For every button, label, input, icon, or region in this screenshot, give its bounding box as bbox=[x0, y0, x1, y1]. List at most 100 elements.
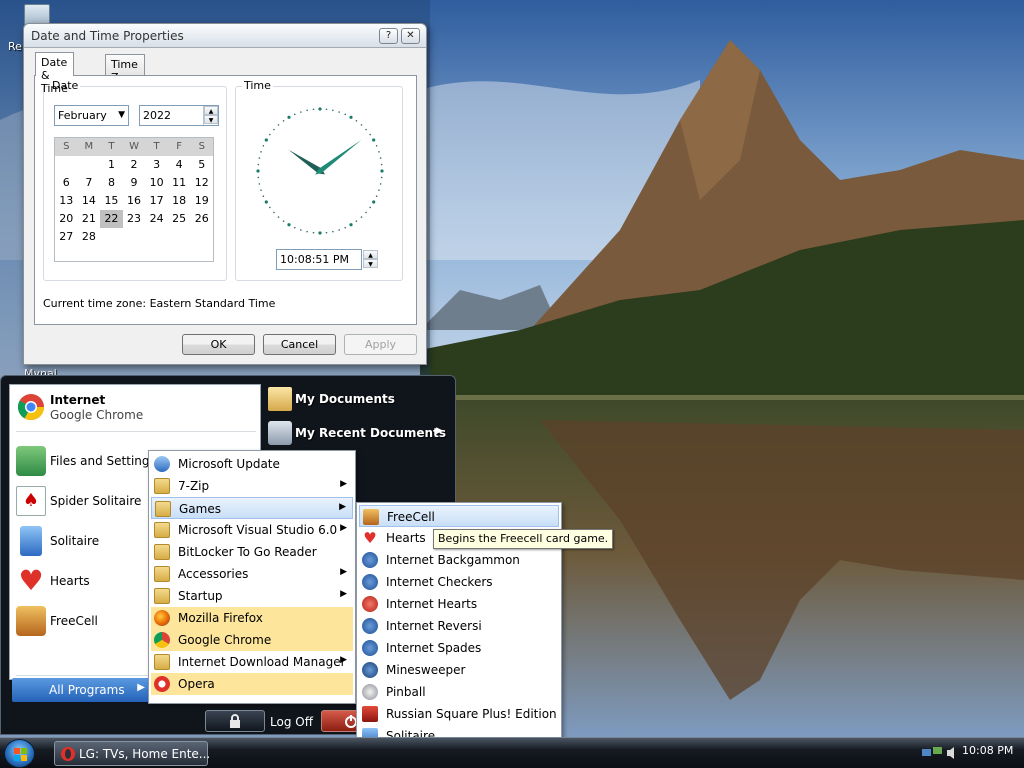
calendar-grid[interactable]: S M T W T F S 1 2 3 4 5 6 7 8 9 10 11 12 13 14 15 16 17 1… bbox=[54, 137, 214, 262]
current-timezone-text: Current time zone: Eastern Standard Time bbox=[43, 297, 276, 310]
calendar-week-row: 12345 bbox=[55, 156, 213, 174]
calendar-day[interactable]: 20 bbox=[55, 210, 78, 228]
clock-minute-mark bbox=[300, 229, 302, 231]
my-recent-documents-link[interactable]: My Recent Documents ▶ bbox=[266, 418, 451, 448]
time-spin-buttons[interactable]: ▲ ▼ bbox=[363, 250, 378, 269]
calendar-day[interactable]: 21 bbox=[78, 210, 101, 228]
menu-item[interactable]: Startup ▶ bbox=[151, 585, 353, 607]
menu-item-label: Internet Hearts bbox=[386, 597, 478, 611]
clock-minute-mark bbox=[273, 128, 275, 131]
calendar-day[interactable]: 16 bbox=[123, 192, 146, 210]
clock-minute-mark bbox=[325, 108, 328, 111]
all-programs-button[interactable]: All Programs ▶ bbox=[12, 678, 150, 702]
menu-item[interactable]: Internet Hearts bbox=[359, 593, 559, 615]
menu-item[interactable]: Microsoft Update bbox=[151, 453, 353, 475]
calendar-day[interactable]: 5 bbox=[190, 156, 213, 174]
menu-item[interactable]: Games ▶ bbox=[151, 497, 353, 519]
recent-item-label: Hearts bbox=[50, 574, 90, 588]
firefox-icon bbox=[154, 610, 170, 626]
clock-minute-mark bbox=[355, 220, 358, 222]
help-button[interactable]: ? bbox=[379, 28, 398, 44]
taskbar-button-lg-tvs[interactable]: LG: TVs, Home Ente... bbox=[54, 741, 210, 766]
pinned-internet[interactable]: Internet Google Chrome bbox=[12, 389, 258, 425]
spin-up-icon[interactable]: ▲ bbox=[204, 106, 218, 115]
calendar-day[interactable]: 6 bbox=[55, 174, 78, 192]
calendar-day[interactable]: 8 bbox=[100, 174, 123, 192]
menu-item[interactable]: Russian Square Plus! Edition bbox=[359, 703, 559, 725]
clock-minute-mark bbox=[332, 109, 334, 112]
ok-button[interactable]: OK bbox=[182, 334, 255, 355]
dialog-titlebar[interactable]: Date and Time Properties ? ✕ bbox=[24, 24, 426, 48]
tab-date-time[interactable]: Date & Time bbox=[35, 52, 74, 95]
calendar-day[interactable]: 14 bbox=[78, 192, 101, 210]
calendar-day[interactable]: 9 bbox=[123, 174, 146, 192]
calendar-day[interactable]: 2 bbox=[123, 156, 146, 174]
taskbar-clock[interactable]: 10:08 PM bbox=[962, 744, 1013, 757]
spin-down-icon[interactable]: ▼ bbox=[363, 259, 378, 268]
month-dropdown[interactable]: February ▼ bbox=[54, 105, 129, 126]
calendar-day[interactable]: 19 bbox=[190, 192, 213, 210]
weekday-label: S bbox=[198, 141, 205, 152]
calendar-day[interactable]: 26 bbox=[190, 210, 213, 228]
calendar-day[interactable]: 1 bbox=[100, 156, 123, 174]
calendar-day[interactable]: 24 bbox=[145, 210, 168, 228]
menu-item-label: Mozilla Firefox bbox=[178, 611, 263, 625]
menu-item[interactable]: Internet Backgammon bbox=[359, 549, 559, 571]
calendar-day[interactable]: 4 bbox=[168, 156, 191, 174]
menu-item[interactable]: Accessories ▶ bbox=[151, 563, 353, 585]
tab-time-zone[interactable]: Time Zone bbox=[105, 54, 145, 84]
calendar-day[interactable]: 28 bbox=[78, 228, 101, 246]
calendar-day[interactable]: 17 bbox=[145, 192, 168, 210]
clock-minute-mark bbox=[378, 189, 380, 191]
menu-item[interactable]: FreeCell bbox=[359, 505, 559, 527]
checkers-icon bbox=[362, 574, 378, 590]
year-spinner[interactable]: 2022 ▲ ▼ bbox=[139, 105, 219, 126]
clock-minute-mark bbox=[282, 120, 285, 122]
calendar-day[interactable]: 22 bbox=[100, 210, 123, 228]
microsoft-update-icon bbox=[154, 456, 170, 472]
log-off-label[interactable]: Log Off bbox=[270, 715, 313, 729]
start-button[interactable] bbox=[4, 739, 35, 768]
close-button[interactable]: ✕ bbox=[401, 28, 420, 44]
calendar-day[interactable]: 23 bbox=[123, 210, 146, 228]
calendar-day[interactable]: 25 bbox=[168, 210, 191, 228]
menu-item[interactable]: BitLocker To Go Reader bbox=[151, 541, 353, 563]
spin-up-icon[interactable]: ▲ bbox=[363, 250, 378, 259]
year-spin-buttons[interactable]: ▲ ▼ bbox=[203, 106, 218, 125]
network-icon[interactable] bbox=[922, 745, 944, 761]
calendar-day[interactable]: 13 bbox=[55, 192, 78, 210]
calendar-day[interactable]: 3 bbox=[145, 156, 168, 174]
apply-button[interactable]: Apply bbox=[344, 334, 417, 355]
clock-minute-mark bbox=[277, 216, 280, 218]
menu-item[interactable]: Opera bbox=[151, 673, 353, 695]
calendar-day[interactable]: 18 bbox=[168, 192, 191, 210]
my-documents-link[interactable]: My Documents bbox=[266, 384, 451, 414]
menu-item[interactable]: Pinball bbox=[359, 681, 559, 703]
menu-item[interactable]: Google Chrome bbox=[151, 629, 353, 651]
folder-icon bbox=[154, 544, 170, 560]
menu-item[interactable]: Mozilla Firefox bbox=[151, 607, 353, 629]
calendar-day[interactable]: 27 bbox=[55, 228, 78, 246]
calendar-day[interactable]: 10 bbox=[145, 174, 168, 192]
calendar-day[interactable]: 7 bbox=[78, 174, 101, 192]
spin-down-icon[interactable]: ▼ bbox=[204, 115, 218, 124]
menu-item[interactable]: Internet Checkers bbox=[359, 571, 559, 593]
menu-item[interactable]: Internet Download Manager ▶ bbox=[151, 651, 353, 673]
menu-item[interactable]: Minesweeper bbox=[359, 659, 559, 681]
clock-minute-mark bbox=[260, 151, 262, 153]
calendar-day[interactable]: 12 bbox=[190, 174, 213, 192]
desktop-icon-label-fragment[interactable]: Re bbox=[8, 40, 22, 53]
lock-button[interactable] bbox=[205, 710, 265, 732]
clock-minute-mark bbox=[282, 220, 285, 222]
menu-item[interactable]: Microsoft Visual Studio 6.0 ▶ bbox=[151, 519, 353, 541]
calendar-day[interactable]: 11 bbox=[168, 174, 191, 192]
clock-hour-mark bbox=[372, 200, 376, 204]
time-field[interactable]: 10:08:51 PM bbox=[276, 249, 362, 270]
volume-icon[interactable] bbox=[946, 746, 958, 760]
menu-item[interactable]: Internet Reversi bbox=[359, 615, 559, 637]
menu-item[interactable]: Internet Spades bbox=[359, 637, 559, 659]
menu-item[interactable]: 7-Zip ▶ bbox=[151, 475, 353, 497]
cancel-button[interactable]: Cancel bbox=[263, 334, 336, 355]
calendar-day[interactable]: 15 bbox=[100, 192, 123, 210]
power-button[interactable] bbox=[321, 710, 361, 732]
